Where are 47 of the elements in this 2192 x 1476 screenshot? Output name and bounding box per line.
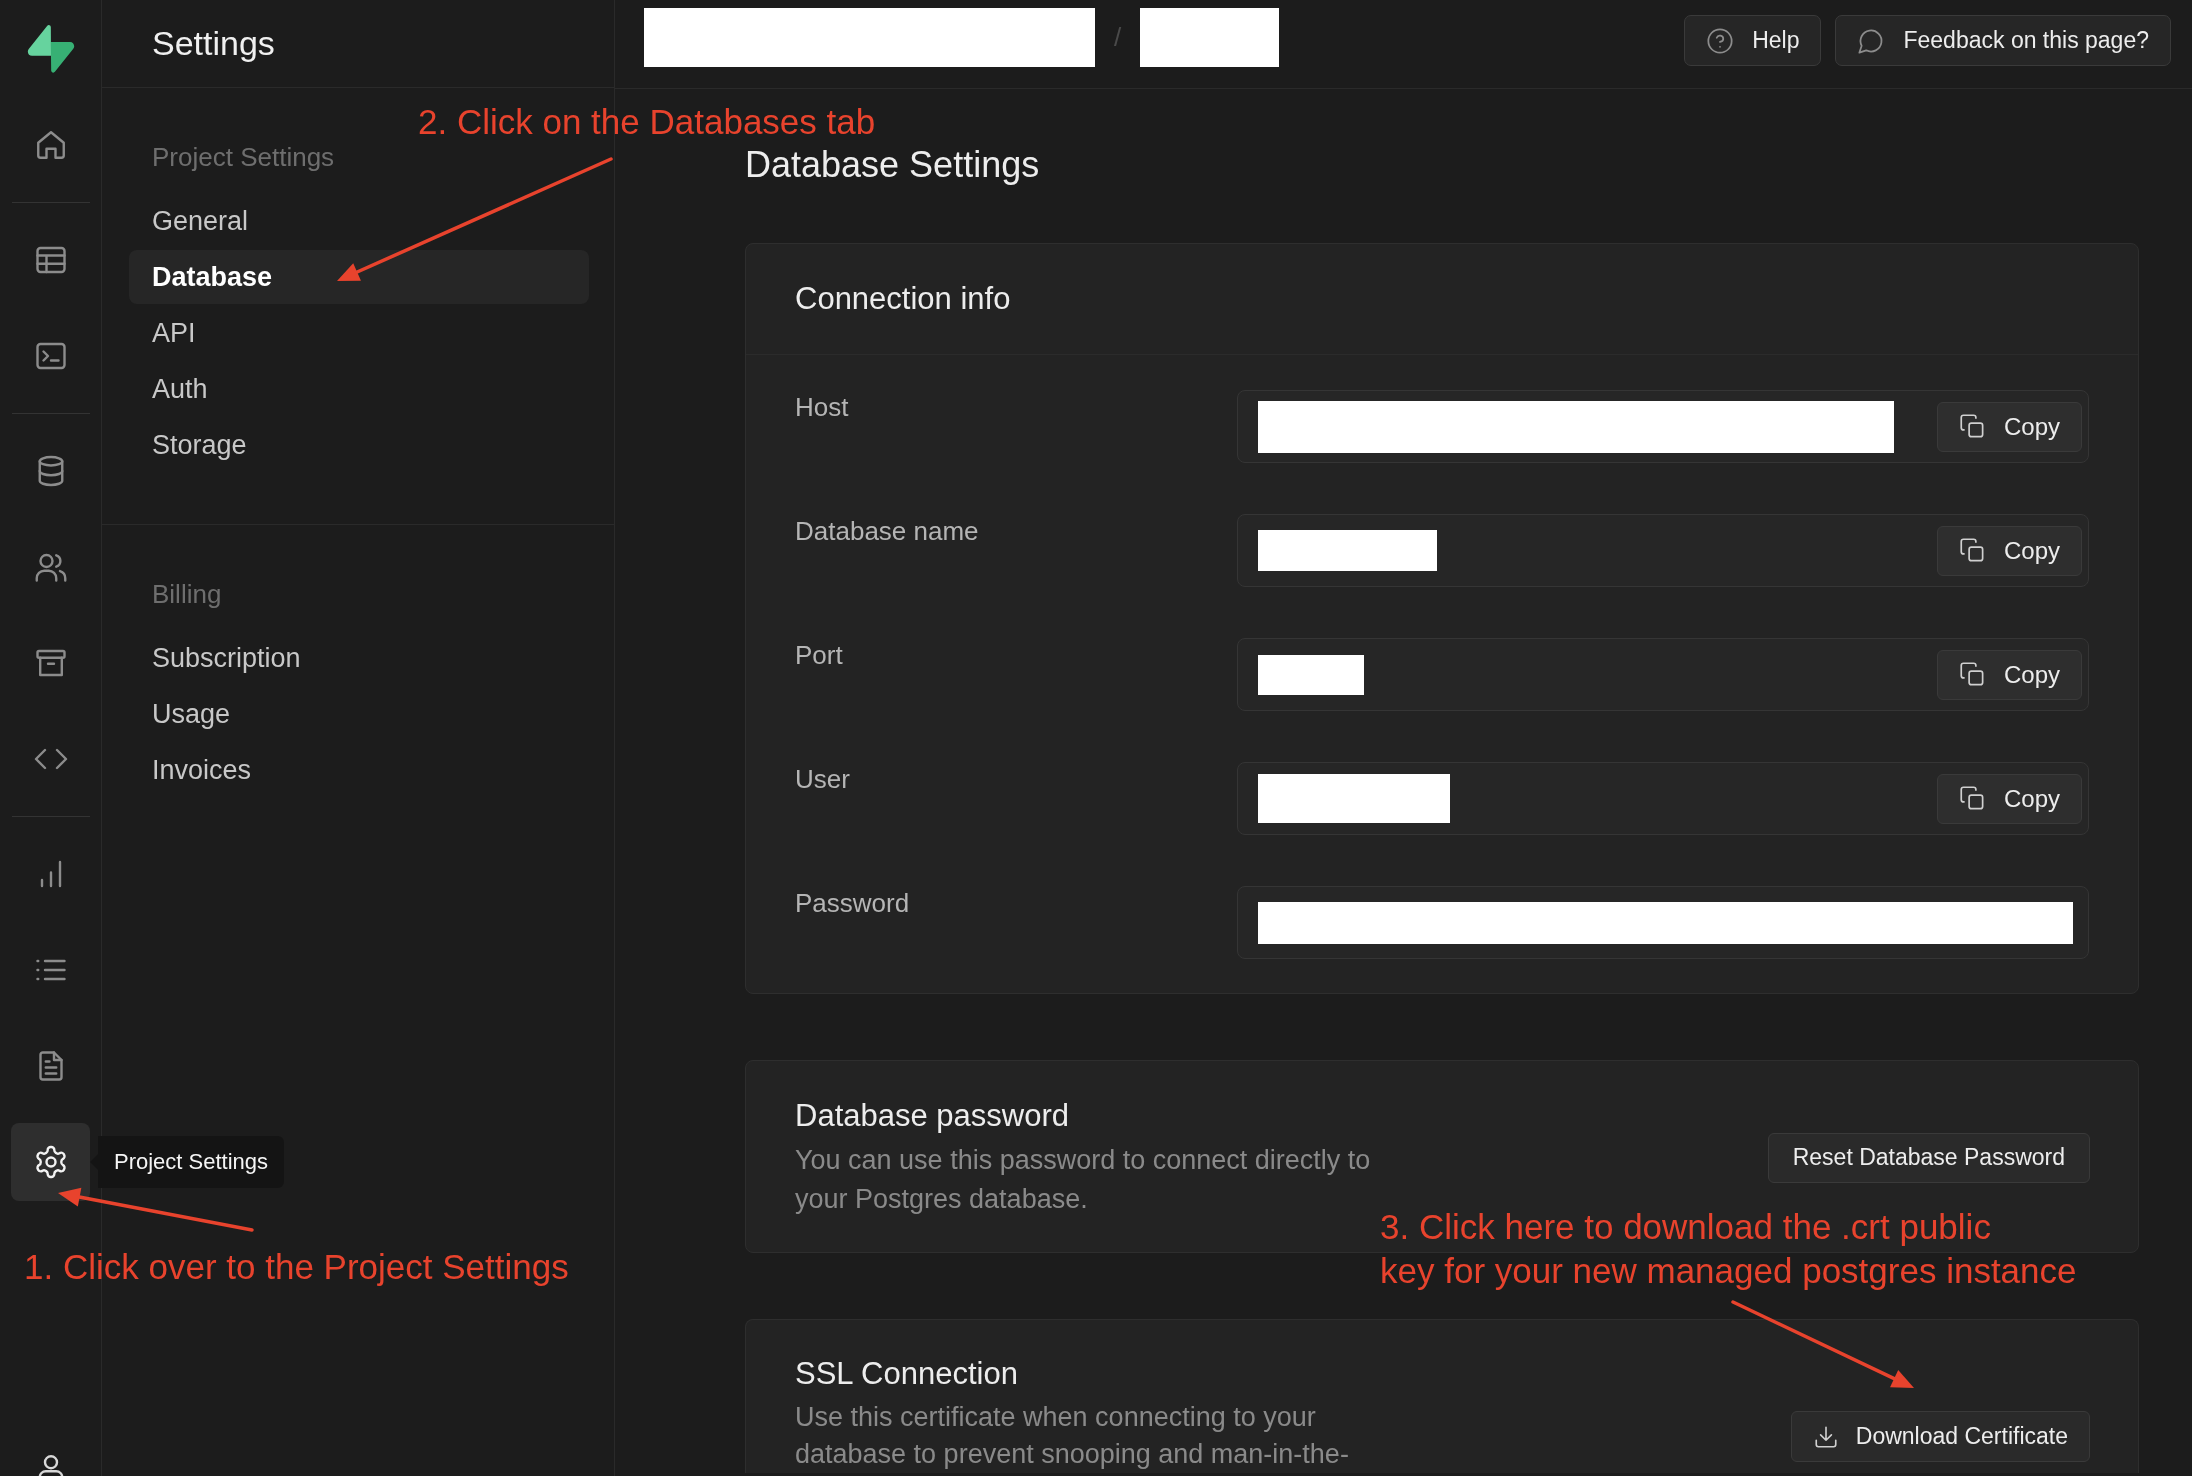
sidebar-item[interactable]: API xyxy=(129,306,589,360)
page-title: Database Settings xyxy=(745,143,1041,187)
section-heading: Billing xyxy=(151,578,223,611)
copy-icon xyxy=(1958,537,1986,564)
field-label: Database name xyxy=(795,515,980,548)
field-label: Password xyxy=(795,887,911,920)
copy-icon xyxy=(1958,661,1986,688)
sidebar-item[interactable]: Subscription xyxy=(129,631,589,685)
field-label: Port xyxy=(795,639,844,672)
field-label: Host xyxy=(795,391,850,424)
copy-button[interactable]: Copy xyxy=(1936,649,2082,700)
sidebar-item[interactable]: Database xyxy=(129,250,589,304)
copy-button[interactable]: Copy xyxy=(1936,773,2082,824)
annotation-text: 2. Click on the Databases tab xyxy=(418,101,876,143)
sidebar-item[interactable]: Invoices xyxy=(129,743,589,797)
tooltip: Project Settings xyxy=(90,1136,285,1188)
sidebar-item[interactable]: Storage xyxy=(129,418,589,472)
annotation-text: 3. Click here to download the .crt public key for your new managed postgres instance xyxy=(1380,1206,2077,1292)
field-label: User xyxy=(795,763,851,796)
copy-icon xyxy=(1958,785,1986,812)
copy-icon xyxy=(1958,413,1986,440)
help-button[interactable]: Help xyxy=(1684,15,1822,66)
lightning-bolt-logo xyxy=(26,25,75,73)
input-field[interactable]: Copy xyxy=(1237,638,2089,711)
copy-button[interactable]: Copy xyxy=(1936,525,2082,576)
help-icon xyxy=(1706,26,1735,55)
card-description: Use this certificate when connecting to your database to prevent snooping and man-in-the- xyxy=(795,1401,1350,1471)
breadcrumb-separator: / xyxy=(1114,22,1122,53)
card-title: SSL Connection xyxy=(795,1355,1019,1393)
input-field[interactable]: Copy xyxy=(1237,390,2089,463)
sidebar-item[interactable]: Auth xyxy=(129,362,589,416)
sidebar-item[interactable]: General xyxy=(129,194,589,248)
copy-button[interactable]: Copy xyxy=(1936,401,2082,452)
reset-password-button[interactable]: Reset Database Password xyxy=(1767,1132,2090,1183)
card-description: You can use this password to connect directly to your Postgres database. xyxy=(795,1144,1372,1216)
sidebar-item[interactable]: Usage xyxy=(129,687,589,741)
card-title: Database password xyxy=(795,1097,1070,1135)
input-field[interactable]: Copy xyxy=(1237,762,2089,835)
sidebar-title: Settings xyxy=(152,24,275,63)
section-heading: Project Settings xyxy=(151,141,336,174)
feedback-button[interactable]: Feedback on this page? xyxy=(1835,15,2171,66)
input-field[interactable]: Copy xyxy=(1237,514,2089,587)
nav-button[interactable] xyxy=(11,1123,90,1201)
download-certificate-button[interactable]: Download Certificate xyxy=(1790,1411,2090,1462)
annotation-text: 1. Click over to the Project Settings xyxy=(24,1246,569,1288)
card-title: Connection info xyxy=(795,281,1011,317)
input-field[interactable] xyxy=(1237,886,2089,959)
